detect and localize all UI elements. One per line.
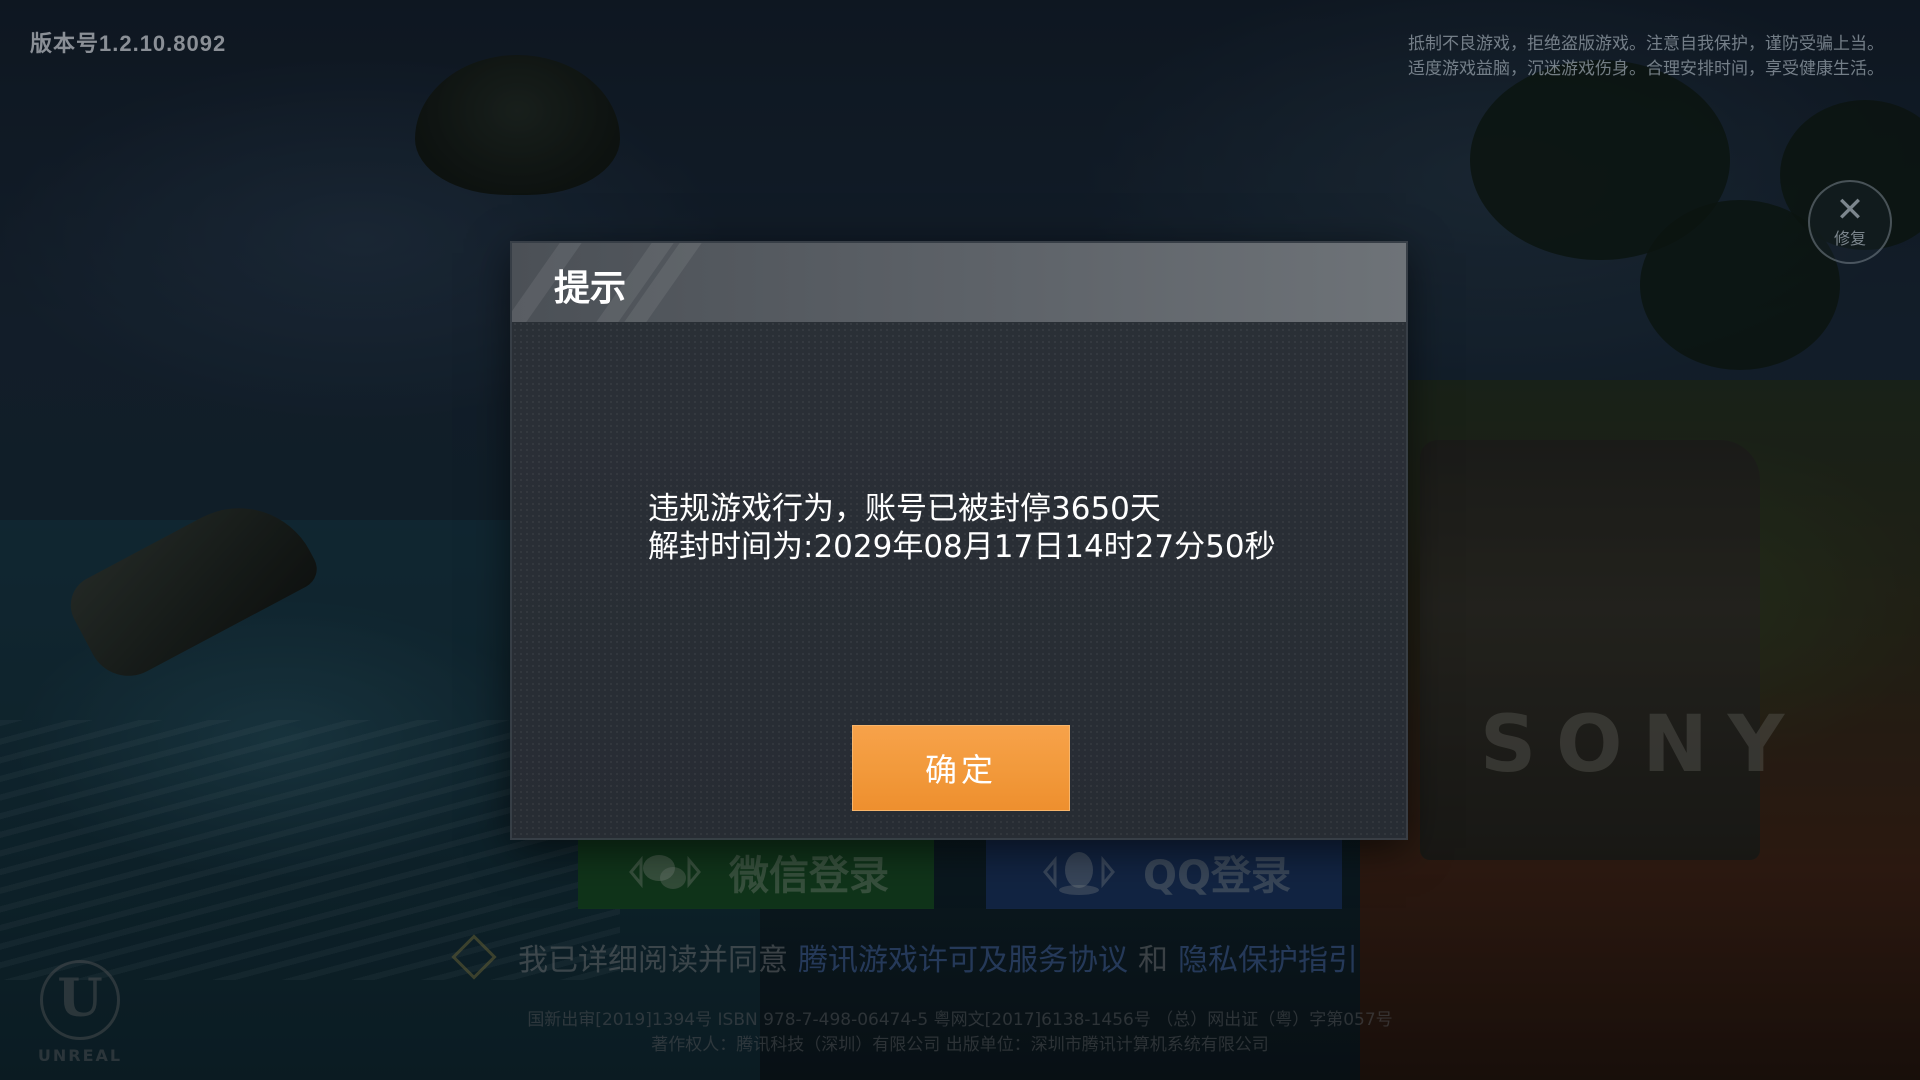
repair-button[interactable]: ✕ 修复 bbox=[1808, 180, 1892, 264]
unban-time-text: 解封时间为:2029年08月17日14时27分50秒 bbox=[648, 529, 1276, 565]
dialog-title: 提示 bbox=[554, 268, 627, 309]
health-notice: 抵制不良游戏，拒绝盗版游戏。注意自我保护，谨防受骗上当。 适度游戏益脑，沉迷游戏… bbox=[1284, 32, 1884, 82]
ban-notice-dialog: 提示 违规游戏行为，账号已被封停3650天 解封时间为:2029年08月17日1… bbox=[512, 243, 1406, 838]
game-login-screen: SONY 微信登录 QQ登录 我已详细阅读并同意 腾讯游戏许可及服务协议 和 隐… bbox=[0, 0, 1920, 1080]
health-notice-line2: 适度游戏益脑，沉迷游戏伤身。合理安排时间，享受健康生活。 bbox=[1408, 59, 1884, 79]
dialog-message: 违规游戏行为，账号已被封停3650天 解封时间为:2029年08月17日14时2… bbox=[648, 490, 1276, 566]
ban-duration-text: 违规游戏行为，账号已被封停3650天 bbox=[648, 491, 1161, 527]
version-label: 版本号1.2.10.8092 bbox=[30, 31, 227, 56]
confirm-button[interactable]: 确定 bbox=[852, 725, 1070, 811]
wrench-screwdriver-icon: ✕ bbox=[1835, 190, 1865, 230]
health-notice-line1: 抵制不良游戏，拒绝盗版游戏。注意自我保护，谨防受骗上当。 bbox=[1408, 34, 1884, 54]
repair-label: 修复 bbox=[1833, 229, 1866, 248]
dialog-header: 提示 bbox=[512, 243, 1406, 322]
